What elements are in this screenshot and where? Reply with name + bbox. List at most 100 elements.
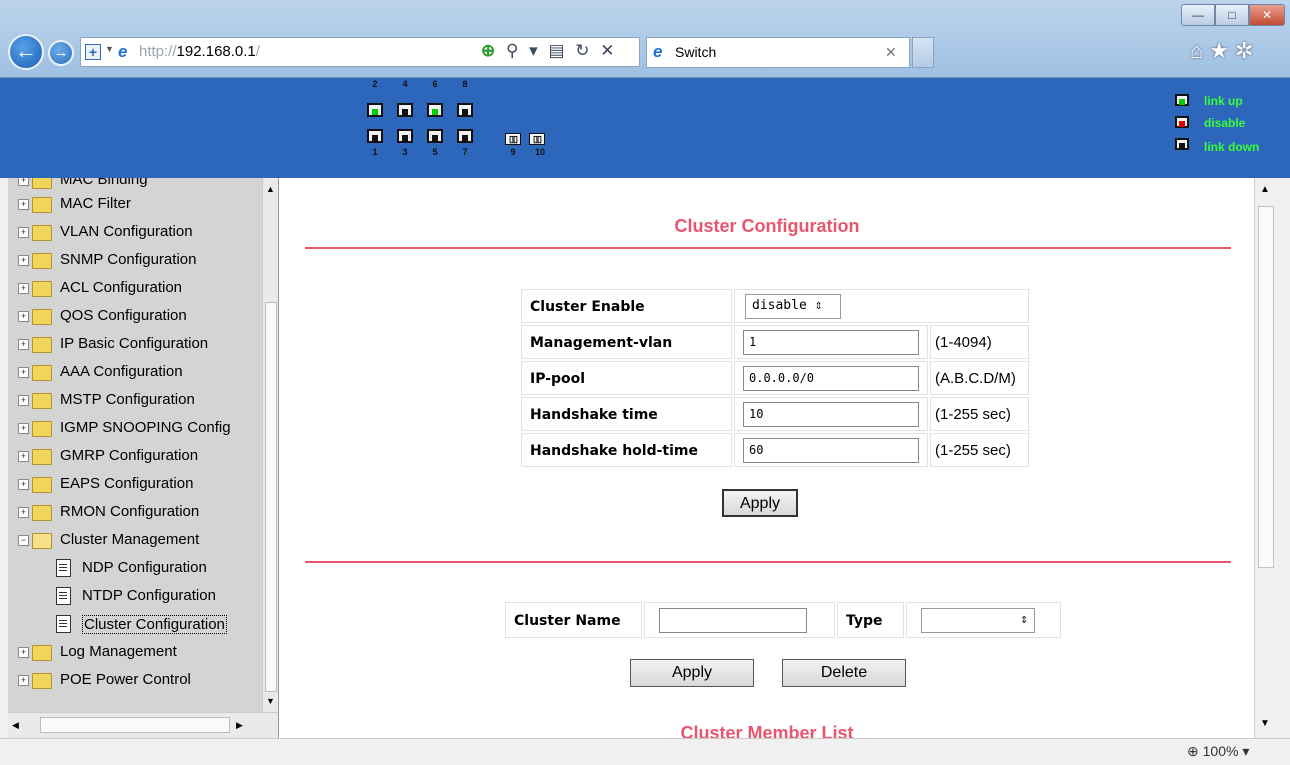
sidebar-vertical-scrollbar[interactable]: ▲ ▼ bbox=[262, 178, 278, 712]
folder-icon bbox=[32, 197, 52, 213]
port-2[interactable] bbox=[367, 103, 383, 117]
expand-icon[interactable]: + bbox=[18, 507, 29, 518]
port-7[interactable] bbox=[457, 129, 473, 143]
scroll-right-icon[interactable]: ▶ bbox=[236, 720, 243, 731]
ip-pool-input[interactable] bbox=[743, 365, 919, 391]
minimize-button[interactable]: — bbox=[1181, 4, 1215, 26]
device-banner: 2 4 6 8 ▯▯ ▯▯ 1 3 5 7 9 10 link up disab… bbox=[0, 78, 1290, 178]
back-button[interactable]: ← bbox=[8, 34, 44, 70]
expand-icon[interactable]: + bbox=[18, 339, 29, 350]
zoom-icon: ⊕ bbox=[1187, 743, 1199, 759]
cluster-enable-select[interactable]: disable ⇕ bbox=[745, 293, 841, 319]
favorites-icon[interactable]: ★ bbox=[1209, 38, 1235, 63]
ip-pool-label: IP-pool bbox=[530, 370, 586, 387]
sidebar-scroll-thumb[interactable] bbox=[265, 302, 277, 692]
maximize-button[interactable]: □ bbox=[1215, 4, 1249, 26]
legend-disable-icon bbox=[1175, 116, 1189, 128]
expand-icon[interactable]: + bbox=[18, 451, 29, 462]
folder-icon bbox=[32, 393, 52, 409]
port-number: 5 bbox=[432, 147, 438, 157]
folder-icon bbox=[32, 281, 52, 297]
cluster-name-input[interactable] bbox=[659, 607, 807, 633]
dropdown-icon[interactable]: ▾ bbox=[529, 41, 541, 60]
address-bar[interactable]: + ▼ e http://192.168.0.1/ ⊕ ⚲ ▾ ▤ ↻ ✕ bbox=[80, 37, 640, 67]
document-icon bbox=[56, 559, 71, 577]
type-select[interactable]: ⇕ bbox=[921, 607, 1035, 633]
expand-icon[interactable]: + bbox=[18, 479, 29, 490]
search-icon[interactable]: ⚲ bbox=[506, 41, 521, 60]
cluster-delete-button[interactable]: Delete bbox=[782, 659, 906, 687]
port-number: 1 bbox=[372, 147, 378, 157]
expand-icon[interactable]: + bbox=[18, 367, 29, 378]
ie-tab-icon: e bbox=[653, 42, 663, 61]
url-text[interactable]: http://192.168.0.1/ bbox=[139, 43, 260, 60]
scroll-up-icon[interactable]: ▲ bbox=[266, 184, 275, 194]
expand-icon[interactable]: + bbox=[18, 395, 29, 406]
port-5[interactable] bbox=[427, 129, 443, 143]
close-tab-icon[interactable]: ✕ bbox=[885, 44, 897, 61]
collapse-icon[interactable]: − bbox=[18, 535, 29, 546]
folder-icon bbox=[32, 673, 52, 689]
apply-button[interactable]: Apply bbox=[722, 489, 798, 517]
spinner-icon: ⇕ bbox=[1020, 611, 1028, 627]
port-8[interactable] bbox=[457, 103, 473, 117]
expand-icon[interactable]: + bbox=[18, 311, 29, 322]
folder-icon bbox=[32, 178, 52, 189]
port-number: 4 bbox=[402, 79, 408, 89]
close-window-button[interactable]: ✕ bbox=[1249, 4, 1285, 26]
folder-icon bbox=[32, 337, 52, 353]
scroll-down-icon[interactable]: ▼ bbox=[1260, 718, 1270, 729]
folder-open-icon bbox=[32, 533, 52, 549]
expand-icon[interactable]: + bbox=[18, 199, 29, 210]
refresh-icon[interactable]: ↻ bbox=[575, 41, 592, 60]
handshake-hold-time-input[interactable] bbox=[743, 437, 919, 463]
expand-icon[interactable]: + bbox=[18, 283, 29, 294]
main-content: Cluster Configuration Cluster Enable dis… bbox=[278, 178, 1254, 738]
port-number: 10 bbox=[534, 147, 545, 157]
folder-icon bbox=[32, 365, 52, 381]
compat-view-icon[interactable]: ▤ bbox=[548, 41, 567, 60]
sfp-port-10[interactable]: ▯▯ bbox=[529, 133, 545, 145]
main-vertical-scrollbar[interactable]: ▲ ▼ bbox=[1254, 178, 1276, 738]
compatibility-icon[interactable]: + bbox=[85, 44, 101, 60]
scroll-up-icon[interactable]: ▲ bbox=[1260, 184, 1270, 195]
expand-icon[interactable]: + bbox=[18, 178, 29, 186]
browser-chrome: — □ ✕ ← → + ▼ e http://192.168.0.1/ ⊕ ⚲ … bbox=[0, 0, 1290, 78]
port-3[interactable] bbox=[397, 129, 413, 143]
main-scroll-thumb[interactable] bbox=[1258, 206, 1274, 568]
ip-pool-hint: (A.B.C.D/M) bbox=[935, 369, 1016, 387]
port-number: 2 bbox=[372, 79, 378, 89]
tab-switch[interactable]: e Switch ✕ bbox=[646, 37, 910, 68]
expand-icon[interactable]: + bbox=[18, 675, 29, 686]
compatibility-view-icon[interactable]: ⊕ bbox=[481, 41, 498, 60]
handshake-time-input[interactable] bbox=[743, 401, 919, 427]
chevron-down-icon[interactable]: ▾ bbox=[1242, 743, 1249, 759]
handshake-hold-time-hint: (1-255 sec) bbox=[935, 441, 1011, 459]
port-6[interactable] bbox=[427, 103, 443, 117]
cluster-apply-button[interactable]: Apply bbox=[630, 659, 754, 687]
stop-icon[interactable]: ✕ bbox=[600, 41, 617, 60]
management-vlan-input[interactable] bbox=[743, 329, 919, 355]
sidebar-hscroll-thumb[interactable] bbox=[40, 717, 230, 733]
port-4[interactable] bbox=[397, 103, 413, 117]
zoom-control[interactable]: ⊕ 100% ▾ bbox=[1187, 743, 1249, 760]
divider bbox=[305, 561, 1231, 563]
new-tab-button[interactable] bbox=[912, 37, 934, 68]
sidebar-horizontal-scrollbar[interactable]: ◀ ▶ bbox=[8, 712, 278, 738]
sfp-port-9[interactable]: ▯▯ bbox=[505, 133, 521, 145]
forward-button[interactable]: → bbox=[48, 40, 74, 66]
legend-disable: disable bbox=[1204, 116, 1246, 130]
ie-icon: e bbox=[118, 42, 128, 61]
expand-icon[interactable]: + bbox=[18, 255, 29, 266]
management-vlan-label: Management-vlan bbox=[530, 334, 673, 351]
scroll-left-icon[interactable]: ◀ bbox=[12, 720, 19, 731]
expand-icon[interactable]: + bbox=[18, 423, 29, 434]
scroll-down-icon[interactable]: ▼ bbox=[266, 696, 275, 706]
expand-icon[interactable]: + bbox=[18, 227, 29, 238]
chevron-down-icon[interactable]: ▼ bbox=[105, 44, 114, 54]
port-1[interactable] bbox=[367, 129, 383, 143]
gear-icon[interactable]: ✲ bbox=[1235, 38, 1259, 63]
document-icon bbox=[56, 587, 71, 605]
expand-icon[interactable]: + bbox=[18, 647, 29, 658]
home-icon[interactable]: ⌂ bbox=[1190, 38, 1209, 63]
